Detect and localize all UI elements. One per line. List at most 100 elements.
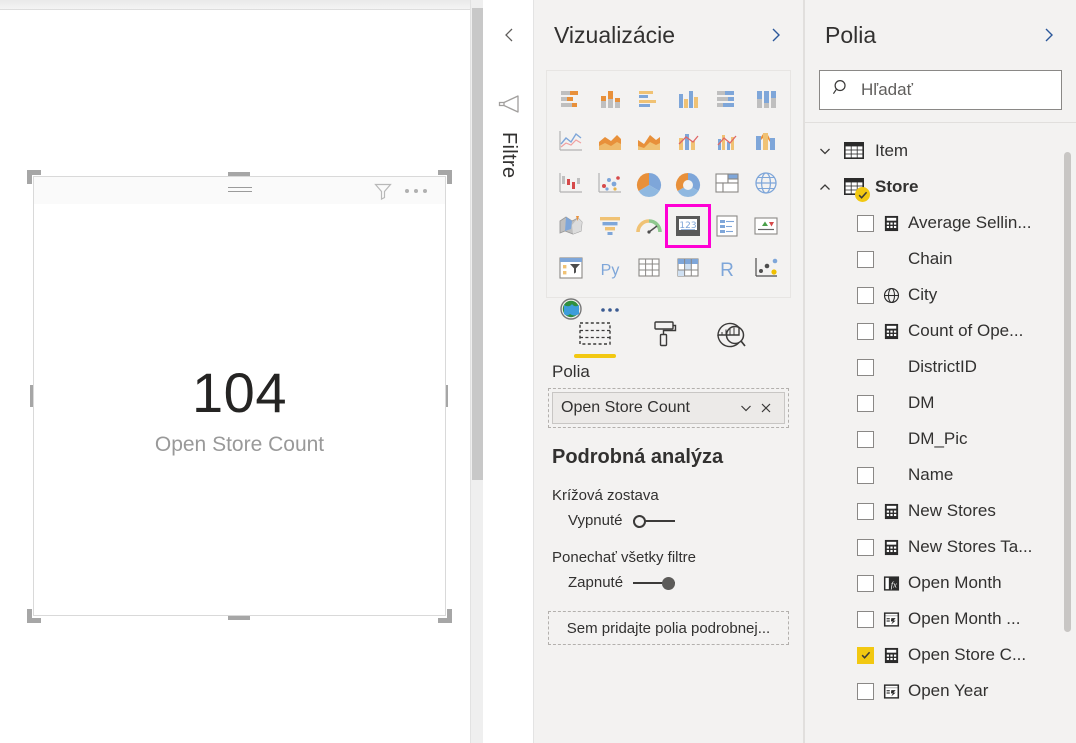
field-checkbox[interactable] <box>857 466 874 484</box>
field-row[interactable]: Open Store C... <box>805 637 1076 673</box>
fields-tree[interactable]: Item Store Average Sellin... Chain City Count… <box>805 123 1076 724</box>
field-row[interactable]: Open Year <box>805 673 1076 709</box>
line-and-clustered-column-chart-icon[interactable] <box>708 123 747 161</box>
field-row[interactable]: Name <box>805 457 1076 493</box>
close-icon[interactable] <box>756 398 776 418</box>
fields-tab-caption: Polia <box>552 362 590 381</box>
field-row[interactable]: Chain <box>805 241 1076 277</box>
field-row[interactable]: DM <box>805 385 1076 421</box>
canvas-top-strip <box>0 0 470 10</box>
map-icon[interactable] <box>747 165 786 203</box>
card-visual[interactable]: 104 Open Store Count <box>33 176 446 616</box>
chevron-down-icon[interactable] <box>736 398 756 418</box>
gauge-chart-icon[interactable] <box>629 207 668 245</box>
scatter-chart-icon[interactable] <box>590 165 629 203</box>
fields-vertical-scrollbar[interactable] <box>1064 152 1071 724</box>
cross-report-state-text: Vypnuté <box>568 512 623 529</box>
slicer-icon[interactable] <box>551 249 590 287</box>
chevron-right-icon[interactable] <box>1040 26 1058 44</box>
field-row[interactable]: fx Open Month <box>805 565 1076 601</box>
field-checkbox[interactable] <box>857 322 874 340</box>
chevron-left-icon[interactable] <box>500 26 518 44</box>
table-icon[interactable] <box>629 249 668 287</box>
canvas-vertical-scrollbar[interactable] <box>470 0 483 743</box>
card-icon[interactable]: 123 <box>665 204 712 248</box>
area-chart-icon[interactable] <box>590 123 629 161</box>
keep-all-filters-toggle[interactable] <box>633 575 676 591</box>
field-checkbox[interactable] <box>857 502 874 520</box>
tab-format[interactable] <box>640 312 686 356</box>
hundred-percent-stacked-bar-chart-icon[interactable] <box>708 81 747 119</box>
line-chart-icon[interactable] <box>551 123 590 161</box>
field-checkbox[interactable] <box>857 394 874 412</box>
tab-fields[interactable] <box>572 312 618 358</box>
kpi-icon[interactable] <box>747 207 786 245</box>
key-influencers-icon[interactable] <box>747 249 786 287</box>
more-options-icon[interactable] <box>405 188 427 193</box>
field-row[interactable]: New Stores Ta... <box>805 529 1076 565</box>
drillthrough-title: Podrobná analýza <box>552 446 724 468</box>
field-row[interactable]: DistrictID <box>805 349 1076 385</box>
field-checkbox[interactable] <box>857 286 874 304</box>
ribbon-chart-icon[interactable] <box>747 123 786 161</box>
fields-well-dropzone[interactable]: Open Store Count <box>548 388 789 428</box>
canvas-scrollbar-thumb[interactable] <box>472 8 483 480</box>
field-chip-open-store-count[interactable]: Open Store Count <box>552 392 785 424</box>
field-checkbox[interactable] <box>857 646 874 664</box>
chevron-down-icon[interactable] <box>817 143 833 159</box>
r-script-visual-icon[interactable]: R <box>708 249 747 287</box>
cross-report-label: Krížová zostava <box>552 487 659 504</box>
pie-chart-icon[interactable] <box>629 165 668 203</box>
field-row[interactable]: Open Month ... <box>805 601 1076 637</box>
chevron-up-icon[interactable] <box>817 179 833 195</box>
field-name: New Stores <box>908 501 996 520</box>
field-checkbox[interactable] <box>857 538 874 556</box>
cross-report-toggle[interactable] <box>632 513 675 529</box>
field-row[interactable]: New Stores <box>805 493 1076 529</box>
fields-scrollbar-thumb[interactable] <box>1064 152 1071 632</box>
filled-map-icon[interactable] <box>551 207 590 245</box>
field-checkbox[interactable] <box>857 430 874 448</box>
clustered-column-chart-icon[interactable] <box>669 81 708 119</box>
donut-chart-icon[interactable] <box>669 165 708 203</box>
filters-pane-collapsed[interactable]: Filtre <box>484 0 534 743</box>
tab-analytics[interactable] <box>708 312 754 356</box>
filter-icon[interactable] <box>373 181 393 201</box>
stacked-bar-chart-icon[interactable] <box>551 81 590 119</box>
table-row-store[interactable]: Store <box>805 169 1076 205</box>
stacked-column-chart-icon[interactable] <box>590 81 629 119</box>
measure-calculator-icon <box>882 502 900 520</box>
chevron-right-icon[interactable] <box>767 26 785 44</box>
field-name: Count of Ope... <box>908 321 1024 340</box>
field-row[interactable]: DM_Pic <box>805 421 1076 457</box>
visualization-gallery[interactable]: 123 Py R <box>546 70 791 320</box>
stacked-area-chart-icon[interactable] <box>629 123 668 161</box>
toggle-knob <box>632 514 646 528</box>
field-name: Average Sellin... <box>908 213 1032 232</box>
field-checkbox[interactable] <box>857 610 874 628</box>
matrix-icon[interactable] <box>669 249 708 287</box>
treemap-icon[interactable] <box>708 165 747 203</box>
python-visual-icon[interactable]: Py <box>590 249 629 287</box>
field-checkbox[interactable] <box>857 574 874 592</box>
filter-funnel-icon[interactable] <box>497 94 521 114</box>
field-row[interactable]: City <box>805 277 1076 313</box>
field-checkbox[interactable] <box>857 214 874 232</box>
power-bi-report-editor: 104 Open Store Count Filtre Vizualizácie <box>0 0 1076 743</box>
report-canvas[interactable]: 104 Open Store Count <box>0 0 470 743</box>
field-checkbox[interactable] <box>857 250 874 268</box>
line-and-stacked-column-chart-icon[interactable] <box>669 123 708 161</box>
hundred-percent-stacked-column-chart-icon[interactable] <box>747 81 786 119</box>
field-row[interactable]: Average Sellin... <box>805 205 1076 241</box>
search-input[interactable]: Hľadať <box>819 70 1062 110</box>
field-checkbox[interactable] <box>857 682 874 700</box>
waterfall-chart-icon[interactable] <box>551 165 590 203</box>
clustered-bar-chart-icon[interactable] <box>629 81 668 119</box>
field-row[interactable]: Count of Ope... <box>805 313 1076 349</box>
drillthrough-fields-dropzone[interactable]: Sem pridajte polia podrobnej... <box>548 611 789 645</box>
table-row-item[interactable]: Item <box>805 133 1076 169</box>
field-checkbox[interactable] <box>857 358 874 376</box>
funnel-chart-icon[interactable] <box>590 207 629 245</box>
multi-row-card-icon[interactable] <box>708 207 747 245</box>
drag-handle-icon[interactable] <box>227 186 252 193</box>
